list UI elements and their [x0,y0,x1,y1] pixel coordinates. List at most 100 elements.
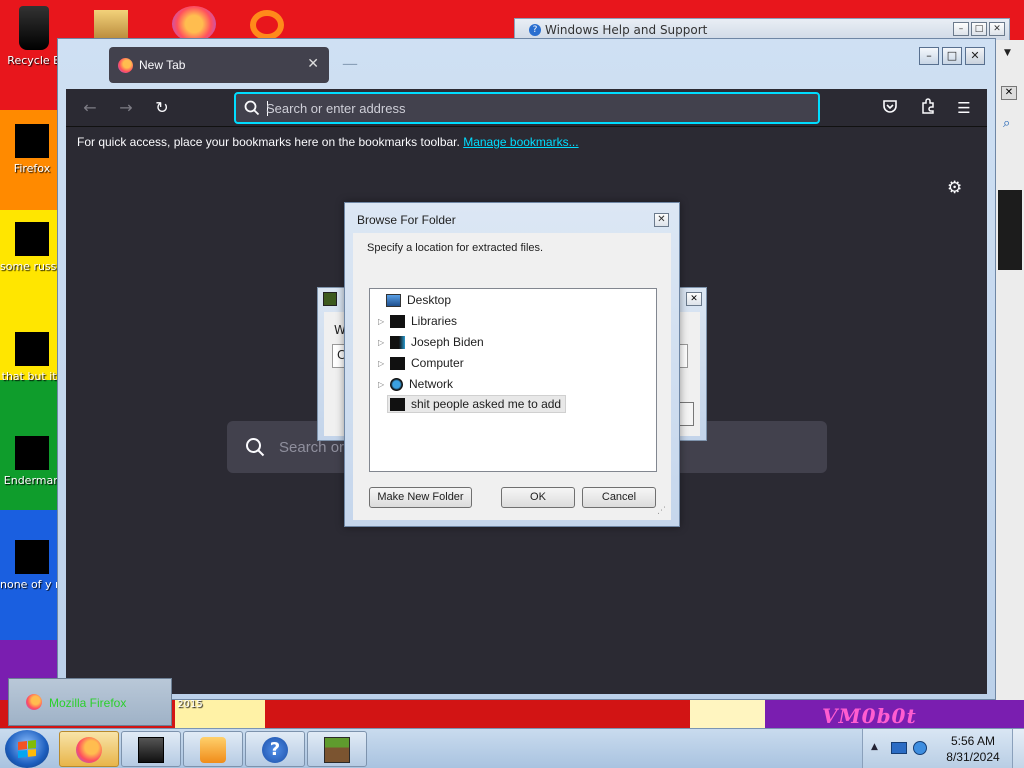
tree-item-label: Joseph Biden [411,335,484,349]
archive-icon [323,292,337,306]
taskbar-thumbnail-popup[interactable]: Mozilla Firefox [8,678,172,726]
tab-title: New Tab [139,58,186,72]
close-icon[interactable]: ✕ [686,292,702,306]
computer-icon [390,356,405,370]
file-icon [15,436,49,470]
dialog-title: Browse For Folder [357,213,456,227]
recycle-bin-icon [19,6,49,50]
volume-icon[interactable] [913,741,927,755]
file-icon [15,222,49,256]
ok-button[interactable]: OK [501,487,575,508]
show-hidden-icons-icon[interactable]: ▲ [871,742,878,752]
forward-arrow-icon[interactable]: → [116,98,136,118]
chevron-down-icon[interactable]: ▼ [1004,48,1011,58]
windows-logo-icon [18,740,36,758]
resize-grip-icon[interactable]: ⋰ [657,506,669,518]
manage-bookmarks-link[interactable]: Manage bookmarks... [463,135,578,149]
new-tab-icon[interactable]: — [342,54,358,73]
url-bar[interactable] [234,92,820,124]
close-icon[interactable]: ✕ [307,56,319,72]
tree-item-libraries[interactable]: ▷ Libraries [378,312,457,330]
close-icon[interactable]: ✕ [1001,86,1017,100]
close-icon[interactable]: ✕ [654,213,669,227]
media-player-icon [200,737,226,763]
start-button[interactable] [5,730,49,768]
libraries-icon [390,314,405,328]
file-icon [15,332,49,366]
minimize-icon[interactable]: – [953,22,969,36]
cancel-button[interactable]: Cancel [582,487,656,508]
minecraft-icon [324,737,350,763]
help-icon: ? [529,24,541,36]
bookmarks-toolbar: For quick access, place your bookmarks h… [66,127,987,157]
extensions-icon[interactable] [918,98,938,118]
back-arrow-icon[interactable]: ← [80,98,100,118]
close-icon[interactable]: ✕ [989,22,1005,36]
maximize-icon[interactable]: □ [971,22,987,36]
minimize-icon[interactable]: – [919,47,939,65]
desktop-icon-firefox[interactable]: Firefox [0,124,64,175]
desktop-icon-file-4[interactable]: none of y retards kn [0,540,64,591]
hamburger-menu-icon[interactable]: ☰ [954,98,974,118]
wallpaper-bottom-yellow-2 [690,700,765,728]
dialog-message: Specify a location for extracted files. [367,242,544,254]
system-tray: ▲ 5:56 AM 8/31/2024 [862,729,1024,768]
bookmarks-message: For quick access, place your bookmarks h… [77,135,460,149]
firefox-icon [26,694,42,710]
tree-item-desktop[interactable]: Desktop [374,291,451,309]
expand-arrow-icon[interactable]: ▷ [378,359,390,368]
clock[interactable]: 5:56 AM 8/31/2024 [941,733,1005,765]
maximize-icon[interactable]: □ [942,47,962,65]
taskbar-help[interactable]: ? [245,731,305,767]
network-icon[interactable] [891,742,907,754]
network-icon [390,377,403,391]
url-input[interactable] [266,98,806,118]
firefox-icon [15,124,49,158]
browse-for-folder-dialog: Browse For Folder ✕ Specify a location f… [344,202,680,527]
popup-label: Mozilla Firefox [49,696,127,710]
taskbar-terminal[interactable] [121,731,181,767]
search-icon [246,438,265,457]
desktop-icon-label: Firefox [13,162,51,175]
show-desktop-button[interactable] [1012,729,1024,768]
dialog-body: Specify a location for extracted files. … [353,233,671,520]
taskbar-firefox[interactable] [59,731,119,767]
help-window-controls: – □ ✕ [953,22,1005,36]
pocket-icon[interactable] [880,98,900,118]
expand-arrow-icon[interactable]: ▷ [378,380,390,389]
scrollbar[interactable] [998,190,1022,270]
gear-icon[interactable]: ⚙ [947,178,962,198]
navigation-toolbar: ← → ↻ ☰ [66,89,987,127]
tree-item-computer[interactable]: ▷ Computer [378,354,464,372]
taskbar-minecraft[interactable] [307,731,367,767]
window-controls: – □ ✕ [919,47,985,65]
desktop-icon-file-2[interactable]: that but its [0,332,64,383]
expand-arrow-icon[interactable]: ▷ [378,317,390,326]
expand-arrow-icon[interactable]: ▷ [378,338,390,347]
close-icon[interactable]: ✕ [965,47,985,65]
user-folder-icon [390,335,405,349]
desktop-top-icon-1[interactable] [94,10,128,40]
desktop-icon-label: that but its [1,370,63,383]
folder-icon [390,397,405,411]
desktop-icon-file-1[interactable]: some russ ran a ra [0,222,64,273]
folder-tree[interactable]: Desktop ▷ Libraries ▷ Joseph Biden ▷ Com… [369,288,657,472]
desktop-top-icon-2[interactable] [172,6,216,42]
reload-icon[interactable]: ↻ [152,98,172,118]
help-window-title: Windows Help and Support [545,23,708,37]
clock-time: 5:56 AM [950,734,996,748]
desktop-top-icon-3[interactable] [250,10,284,40]
desktop-icon-file-3[interactable]: Enderman [0,436,64,487]
taskbar-media-player[interactable] [183,731,243,767]
tree-item-shit-people-asked-me-to-add[interactable]: shit people asked me to add [387,395,567,413]
make-new-folder-button[interactable]: Make New Folder [369,487,472,508]
tree-item-network[interactable]: ▷ Network [378,375,453,393]
tab-new-tab[interactable]: New Tab ✕ [109,47,329,83]
search-icon [244,100,260,116]
tree-item-label: Computer [411,356,464,370]
tree-item-label: shit people asked me to add [411,397,562,411]
tree-item-label: Network [409,377,454,391]
search-icon[interactable]: ⌕ [1003,116,1010,131]
home-search-placeholder: Search or [279,439,345,456]
tree-item-joseph-biden[interactable]: ▷ Joseph Biden [378,333,484,351]
